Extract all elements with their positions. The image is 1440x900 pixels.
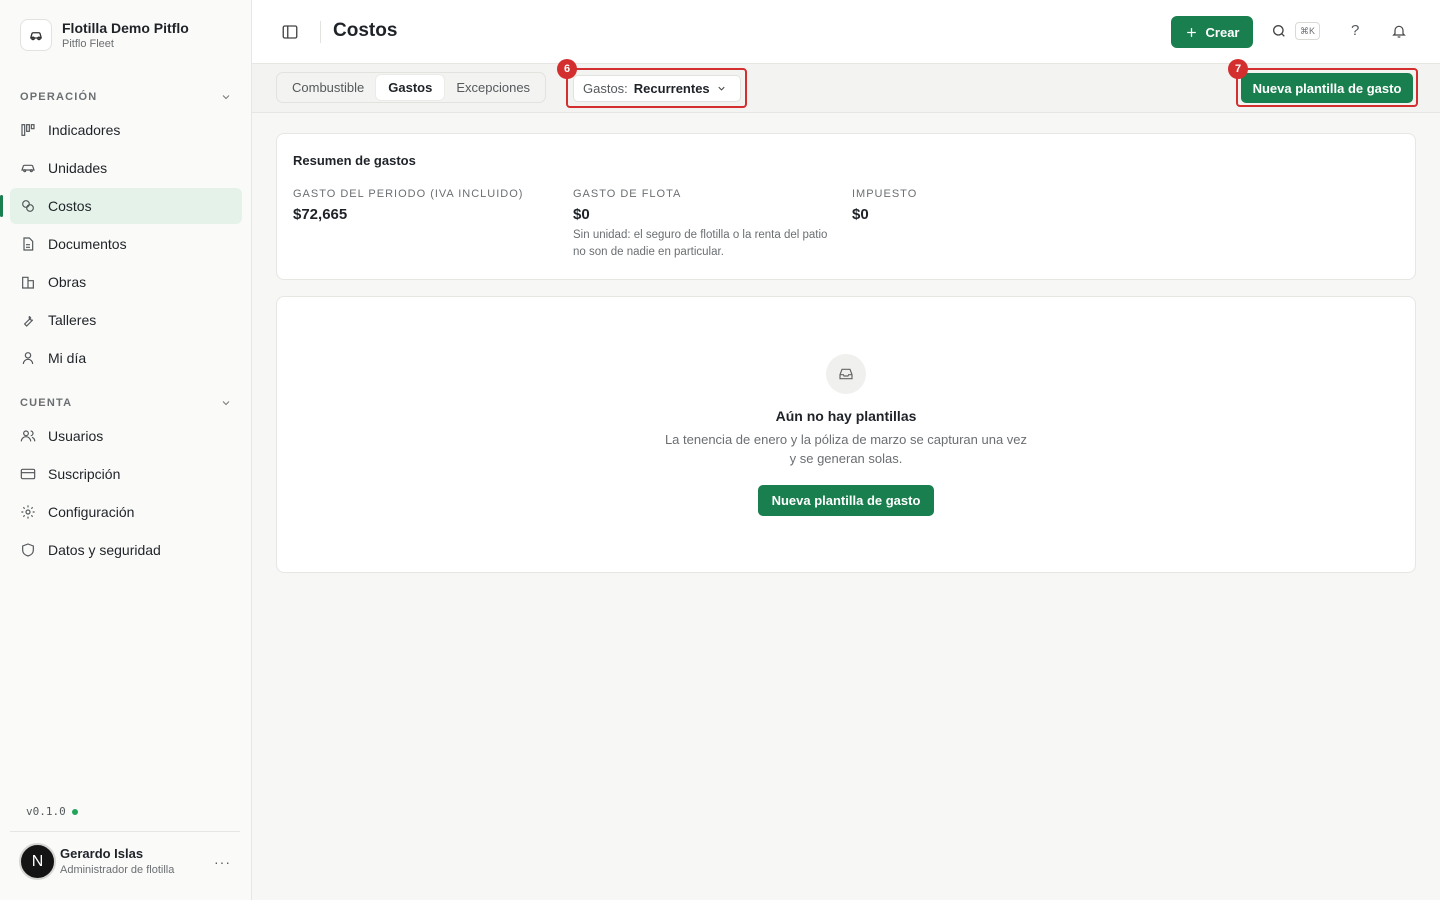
bell-icon[interactable] <box>1391 23 1407 44</box>
tab-excepciones[interactable]: Excepciones <box>444 75 542 100</box>
sidebar-item-label: Unidades <box>48 160 108 176</box>
kanban-icon <box>20 122 36 138</box>
car-icon <box>20 160 36 176</box>
sidebar-item-obras[interactable]: Obras <box>10 264 242 300</box>
stat-value: $0 <box>852 206 869 223</box>
sidebar-item-label: Mi día <box>48 350 87 366</box>
stat-label: GASTO DEL PERIODO (IVA INCLUIDO) <box>293 188 524 200</box>
cost-tabs: Combustible Gastos Excepciones <box>276 72 547 103</box>
inbox-icon <box>826 354 866 394</box>
stat-label: GASTO DE FLOTA <box>573 188 682 200</box>
empty-templates-card: Aún no hay plantillas La tenencia de ene… <box>276 296 1416 573</box>
highlight-box-filter: Gastos: Recurrentes <box>566 68 747 108</box>
help-icon[interactable]: ? <box>1351 22 1359 39</box>
stat-period-spend: GASTO DEL PERIODO (IVA INCLUIDO) $72,665 <box>293 188 553 223</box>
avatar: N <box>19 843 56 880</box>
sidebar-item-unidades[interactable]: Unidades <box>10 150 242 186</box>
more-options-icon[interactable]: ··· <box>214 854 231 870</box>
building-icon <box>20 274 36 290</box>
sidebar-item-usuarios[interactable]: Usuarios <box>10 418 242 454</box>
stat-label: IMPUESTO <box>852 188 918 200</box>
section-cuenta[interactable]: CUENTA <box>20 394 232 412</box>
sidebar-item-documentos[interactable]: Documentos <box>10 226 242 262</box>
plus-icon <box>1186 27 1196 37</box>
chevron-down-icon <box>718 86 725 91</box>
page-title: Costos <box>333 20 398 41</box>
version-text: v0.1.0 <box>26 805 66 818</box>
sidebar-item-indicadores[interactable]: Indicadores <box>10 112 242 148</box>
sidebar-item-label: Talleres <box>48 312 97 328</box>
new-template-empty-button[interactable]: Nueva plantilla de gasto <box>758 485 934 516</box>
top-bar: Costos Crear ⌘K ? <box>252 0 1440 64</box>
user-name: Gerardo Islas <box>60 845 144 861</box>
sidebar-item-talleres[interactable]: Talleres <box>10 302 242 338</box>
wrench-icon <box>20 312 36 328</box>
stat-value: $0 <box>573 206 590 223</box>
new-template-button[interactable]: Nueva plantilla de gasto <box>1241 73 1413 103</box>
sidebar-item-label: Obras <box>48 274 87 290</box>
sidebar-item-configuracion[interactable]: Configuración <box>10 494 242 530</box>
sidebar-item-mi-dia[interactable]: Mi día <box>10 340 242 376</box>
create-button-label: Crear <box>1205 24 1240 40</box>
section-cuenta-label: CUENTA <box>20 397 73 409</box>
org-subtitle: Pitflo Fleet <box>62 38 114 50</box>
sidebar-item-label: Configuración <box>48 504 135 520</box>
user-role: Administrador de flotilla <box>60 863 175 876</box>
sidebar-item-label: Datos y seguridad <box>48 542 161 558</box>
tab-combustible[interactable]: Combustible <box>280 75 376 100</box>
filter-prefix: Gastos: <box>583 81 628 96</box>
tab-gastos[interactable]: Gastos <box>376 75 445 100</box>
filter-value: Recurrentes <box>633 81 710 96</box>
user-icon <box>20 350 36 366</box>
empty-description: La tenencia de enero y la póliza de marz… <box>664 432 1028 466</box>
stat-tax: IMPUESTO $0 <box>852 188 1112 223</box>
sidebar-item-suscripcion[interactable]: Suscripción <box>10 456 242 492</box>
stat-fleet-spend: GASTO DE FLOTA $0 Sin unidad: el seguro … <box>573 188 833 261</box>
section-operacion[interactable]: OPERACIÓN <box>20 88 232 106</box>
tab-bar: Combustible Gastos Excepciones Gastos: R… <box>252 59 1440 113</box>
empty-title: Aún no hay plantillas <box>775 408 917 424</box>
stat-note: Sin unidad: el seguro de flotilla o la r… <box>573 229 828 258</box>
user-menu[interactable]: N Gerardo Islas Administrador de flotill… <box>19 843 241 880</box>
search-shortcut: ⌘K <box>1295 22 1320 40</box>
gear-icon <box>20 504 36 520</box>
expense-summary-card: Resumen de gastos GASTO DEL PERIODO (IVA… <box>276 133 1416 280</box>
app-version: v0.1.0 <box>26 805 78 818</box>
sidebar-item-datos-seguridad[interactable]: Datos y seguridad <box>10 532 242 568</box>
chevron-down-icon <box>222 95 230 100</box>
sidebar-item-label: Costos <box>48 198 92 214</box>
sidebar: Flotilla Demo Pitflo Pitflo Fleet OPERAC… <box>0 0 252 900</box>
users-icon <box>20 428 36 444</box>
create-button[interactable]: Crear <box>1171 16 1253 48</box>
car-logo-icon <box>20 19 52 51</box>
sidebar-item-label: Indicadores <box>48 122 121 138</box>
credit-card-icon <box>20 466 36 482</box>
sidebar-item-label: Usuarios <box>48 428 104 444</box>
expense-type-filter[interactable]: Gastos: Recurrentes <box>573 75 741 102</box>
step-badge-6: 6 <box>557 59 577 79</box>
search-icon[interactable] <box>1271 23 1287 44</box>
status-dot-icon <box>71 808 78 815</box>
sidebar-divider <box>10 831 240 832</box>
summary-title: Resumen de gastos <box>293 153 416 168</box>
sidebar-item-label: Suscripción <box>48 466 121 482</box>
stat-value: $72,665 <box>293 206 348 223</box>
highlight-box-new-template: Nueva plantilla de gasto <box>1236 68 1418 107</box>
org-switcher[interactable]: Flotilla Demo Pitflo Pitflo Fleet <box>20 19 189 51</box>
shield-icon <box>20 542 36 558</box>
section-operacion-label: OPERACIÓN <box>20 91 98 103</box>
coins-icon <box>20 198 36 214</box>
document-icon <box>20 236 36 252</box>
sidebar-item-costos[interactable]: Costos <box>0 188 242 224</box>
step-badge-7: 7 <box>1228 59 1248 79</box>
chevron-down-icon <box>222 401 230 406</box>
org-name: Flotilla Demo Pitflo <box>62 20 189 36</box>
sidebar-toggle-icon[interactable] <box>281 23 299 41</box>
nav-operacion: Indicadores Unidades Costos Documentos O… <box>0 112 242 378</box>
nav-cuenta: Usuarios Suscripción Configuración Datos… <box>10 418 242 570</box>
header-divider <box>320 21 321 43</box>
sidebar-item-label: Documentos <box>48 236 127 252</box>
